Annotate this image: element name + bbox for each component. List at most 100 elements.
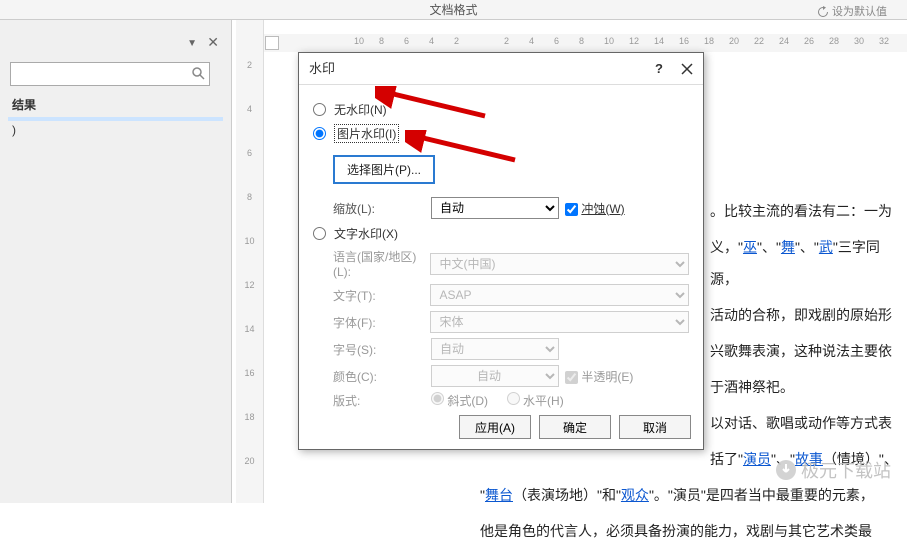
- ruler-tick: 14: [236, 324, 263, 334]
- ok-button[interactable]: 确定: [539, 415, 611, 439]
- link-wu2[interactable]: 舞: [781, 239, 795, 255]
- ruler-tick: 2: [504, 36, 509, 46]
- ruler-tick: 10: [604, 36, 614, 46]
- ruler-tick: 4: [236, 104, 263, 114]
- ruler-tick: 4: [429, 36, 434, 46]
- ruler-tick: 12: [236, 280, 263, 290]
- site-watermark: 极元下载站: [775, 457, 891, 483]
- doc-text: "、": [795, 239, 819, 255]
- results-label: 结果: [12, 96, 219, 113]
- semitransparent-checkbox: 半透明(E): [565, 368, 633, 385]
- doc-text: 活动的合称，即戏剧的原始形: [710, 307, 892, 323]
- ruler-tick: 8: [579, 36, 584, 46]
- radio-label: 文字水印(X): [334, 225, 398, 242]
- ruler-tick: 8: [236, 192, 263, 202]
- ruler-tick: 26: [804, 36, 814, 46]
- results-list: ): [8, 117, 223, 139]
- dialog-titlebar[interactable]: 水印 ?: [299, 53, 703, 85]
- reset-icon: [817, 6, 829, 18]
- ruler-tick: 12: [629, 36, 639, 46]
- radio-label: 无水印(N): [334, 101, 387, 118]
- layout-diagonal-input: [431, 392, 444, 405]
- ruler-tick: 2: [236, 60, 263, 70]
- layout-horizontal-input: [507, 392, 520, 405]
- layout-diagonal-radio: 斜式(D): [431, 392, 488, 409]
- link-stage[interactable]: 舞台: [485, 487, 513, 503]
- layout-horizontal-radio: 水平(H): [507, 392, 564, 409]
- ruler-tick: 10: [236, 236, 263, 246]
- select-image-button[interactable]: 选择图片(P)...: [333, 155, 435, 184]
- scale-select[interactable]: 自动: [431, 197, 559, 219]
- dialog-help-button[interactable]: ?: [655, 53, 663, 85]
- checkbox-label: 冲蚀(W): [581, 202, 624, 216]
- ruler-tick: 22: [754, 36, 764, 46]
- ruler-tick: 10: [354, 36, 364, 46]
- language-select: 中文(中国): [430, 253, 689, 275]
- ruler-tick: 30: [854, 36, 864, 46]
- search-icon: [191, 66, 205, 83]
- dialog-close-button[interactable]: [679, 57, 695, 89]
- ruler-tick: 4: [529, 36, 534, 46]
- language-label: 语言(国家/地区)(L):: [333, 248, 424, 279]
- color-label: 颜色(C):: [333, 368, 425, 385]
- radio-image-watermark-input[interactable]: [313, 127, 326, 140]
- scale-label: 缩放(L):: [333, 200, 425, 217]
- text-select: ASAP: [430, 284, 689, 306]
- doc-text: 兴歌舞表演，这种说法主要依: [710, 343, 892, 359]
- restore-default-button[interactable]: 设为默认值: [817, 2, 887, 22]
- radio-no-watermark-input[interactable]: [313, 103, 326, 116]
- font-label: 字体(F):: [333, 314, 424, 331]
- ruler-tick: 2: [454, 36, 459, 46]
- radio-text-watermark-input[interactable]: [313, 227, 326, 240]
- radio-no-watermark[interactable]: 无水印(N): [313, 101, 689, 118]
- ruler-tick: 32: [879, 36, 889, 46]
- radio-image-watermark[interactable]: 图片水印(I): [313, 124, 689, 143]
- washout-checkbox[interactable]: 冲蚀(W): [565, 200, 625, 217]
- radio-label: 图片水印(I): [334, 124, 399, 143]
- ruler-tick: 20: [236, 456, 263, 466]
- ruler-corner-icon: [265, 36, 279, 50]
- search-input[interactable]: [10, 62, 210, 86]
- checkbox-label: 半透明(E): [581, 370, 633, 384]
- washout-checkbox-input[interactable]: [565, 203, 578, 216]
- link-wu3[interactable]: 武: [819, 239, 833, 255]
- font-select: 宋体: [430, 311, 689, 333]
- link-audience[interactable]: 观众: [621, 487, 649, 503]
- doc-text: "、": [757, 239, 781, 255]
- ruler-tick: 6: [404, 36, 409, 46]
- size-label: 字号(S):: [333, 341, 425, 358]
- ruler-tick: 20: [729, 36, 739, 46]
- doc-text: 。比较主流的看法有二：一为: [710, 203, 892, 219]
- list-item[interactable]: ): [8, 121, 223, 139]
- radio-text-watermark[interactable]: 文字水印(X): [313, 225, 689, 242]
- link-actor[interactable]: 演员: [743, 451, 771, 467]
- color-select: 自动: [431, 365, 559, 387]
- horizontal-ruler: 10 8 6 4 2 2 4 6 8 10 12 14 16 18 20 22 …: [264, 34, 907, 52]
- apply-button[interactable]: 应用(A): [459, 415, 531, 439]
- doc-text: 以对话、歌唱或动作等方式表: [710, 415, 892, 431]
- site-watermark-text: 极元下载站: [801, 457, 891, 483]
- ruler-tick: 28: [829, 36, 839, 46]
- ruler-tick: 14: [654, 36, 664, 46]
- link-wu[interactable]: 巫: [743, 239, 757, 255]
- panel-dropdown-icon[interactable]: ▼: [187, 38, 197, 49]
- ribbon-bar: 文档格式 设为默认值: [0, 0, 907, 20]
- ruler-tick: 6: [236, 148, 263, 158]
- doc-text: "。"演员"是四者当中最重要的元素，: [649, 487, 874, 503]
- ruler-tick: 16: [236, 368, 263, 378]
- dialog-title: 水印: [309, 61, 335, 76]
- ruler-tick: 18: [236, 412, 263, 422]
- ribbon-title: 文档格式: [429, 3, 477, 17]
- size-select: 自动: [431, 338, 559, 360]
- ruler-tick: 18: [704, 36, 714, 46]
- ruler-tick: 6: [554, 36, 559, 46]
- doc-text: 义，": [710, 239, 743, 255]
- download-icon: [775, 459, 797, 481]
- ruler-tick: 8: [379, 36, 384, 46]
- text-label: 文字(T):: [333, 287, 424, 304]
- ruler-tick: 24: [779, 36, 789, 46]
- close-icon: [679, 61, 695, 77]
- panel-close-icon[interactable]: ✕: [207, 34, 219, 51]
- cancel-button[interactable]: 取消: [619, 415, 691, 439]
- ruler-tick: 16: [679, 36, 689, 46]
